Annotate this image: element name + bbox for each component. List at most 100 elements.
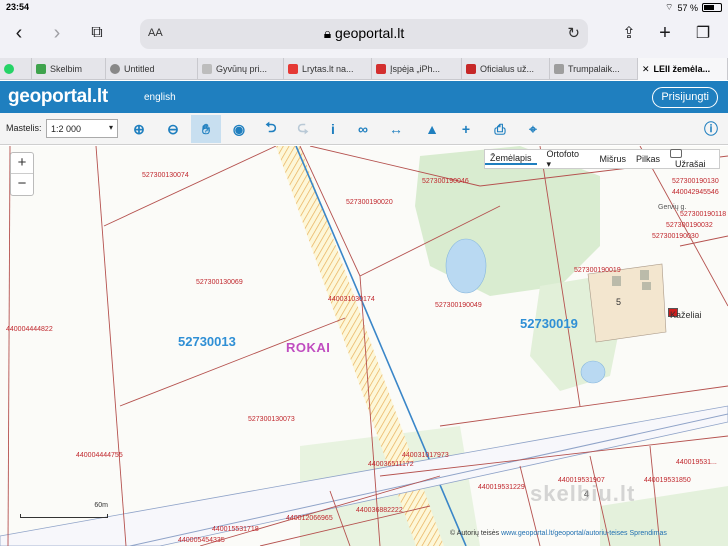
parcel-label: 527300190030 [652,233,699,240]
scale-bar: 60m [20,502,108,518]
parcel-label: 440004444822 [6,326,53,333]
tab-label: Trumpalaik... [568,64,620,74]
copyright-link[interactable]: www.geoportal.lt/geoportal/autoriu-teise… [501,530,627,537]
language-link[interactable]: english [144,92,176,103]
building [642,282,651,290]
previous-extent-icon[interactable]: ⮌ [256,115,286,143]
parcel-label: 440015531718 [212,526,259,533]
zoom-in-icon[interactable]: ⊕ [124,115,154,143]
labels-checkbox-label: Užrašai [675,159,706,169]
battery-icon [702,3,722,12]
layer-misrus[interactable]: Mišrus [595,154,632,164]
tab-favicon [110,64,120,74]
layer-ortofoto[interactable]: Ortofoto ▾ [537,149,595,170]
address-bar[interactable]: AA 🔒︎ geoportal.lt ↻ [140,19,588,49]
tab-label: Gyvūnų pri... [216,64,268,74]
pan-hand-icon[interactable]: ✋︎ [191,115,221,143]
map-toolbar: Mastelis: 1:2 000 ▾ ⊕ ⊖ ✋︎ ◉ ⮌ ⮎ i ∞ ↔ ▲… [0,113,728,145]
new-tab-icon[interactable]: + [652,20,678,46]
zoom-plus-button[interactable]: + [11,153,33,174]
layer-zemelapis[interactable]: Žemėlapis [485,153,537,165]
reload-icon[interactable]: ↻ [567,24,580,42]
profile-icon[interactable]: ▲ [417,115,447,143]
url-value: geoportal.lt [335,25,405,41]
watermark: skelbiu.lt [530,481,636,506]
back-icon[interactable]: ‹ [6,20,32,46]
tab-2[interactable]: Gyvūnų pri... [198,58,284,80]
building [612,276,621,286]
parcel-label: 440004444755 [76,452,123,459]
info-icon[interactable]: i [318,115,348,143]
parcel-label: 527300190020 [346,199,393,206]
globe-icon[interactable]: ◉ [224,115,254,143]
tab-active[interactable]: ✕ LEII žemėla... [638,58,728,80]
zoom-minus-button[interactable]: − [11,174,33,195]
battery-percent: 57 % [677,2,698,13]
pond [580,360,606,384]
village-label: Kaželiai [670,310,702,320]
parcel-label: 527300130069 [196,279,243,286]
share-icon[interactable]: ⇪ [616,20,642,46]
next-extent-icon[interactable]: ⮎ [288,115,318,143]
wifi-icon: ⌔ [665,2,674,12]
homestead-area [587,263,667,343]
parcel-label: 527300130073 [248,416,295,423]
geoportal-logo[interactable]: geoportal.lt [8,86,108,108]
copyright-prefix: © Autorių teisės [450,530,500,537]
link-icon[interactable]: ∞ [348,115,378,143]
layer-pilkas[interactable]: Pilkas [631,154,665,164]
tab-4[interactable]: Įspėja „iPh... [372,58,462,80]
status-right: ⌔ 57 % [665,2,722,13]
plot-number: 5 [616,297,622,307]
tab-1[interactable]: Untitled [106,58,198,80]
parcel-label: 440031030174 [328,296,375,303]
add-icon[interactable]: + [451,115,481,143]
screen: 23:54 ⌔ 57 % ‹ › ⧉ AA 🔒︎ geoportal.lt ↻ … [0,0,728,546]
forward-icon[interactable]: › [44,20,70,46]
zoom-control: + − [10,152,34,196]
login-button[interactable]: Prisijungti [652,87,718,108]
tab-6[interactable]: Trumpalaik... [550,58,638,80]
tab-favicon [466,64,476,74]
parcel-label: 440005454335 [178,537,225,544]
parcel-label: 440019531229 [478,484,525,491]
tabs-overview-icon[interactable]: ❐ [690,20,716,46]
parcel-label: 440036882222 [356,507,403,514]
parcel-label: 527300190049 [435,302,482,309]
parcel-label: 527300190118 [680,211,727,218]
map-canvas[interactable]: 527300130074 527300190020 527300190046 5… [0,146,728,546]
labels-checkbox[interactable]: Užrašai [665,149,719,169]
parcel-label: 527300190130 [672,178,719,185]
close-tab-icon[interactable]: ✕ [642,64,650,75]
scale-select[interactable]: 1:2 000 ▾ [46,119,118,138]
tab-0[interactable]: Skelbim [32,58,106,80]
tab-whatsapp[interactable] [0,58,32,80]
tab-5[interactable]: Oficialus už... [462,58,550,80]
zoom-out-icon[interactable]: ⊖ [158,115,188,143]
parcel-label: 440019531850 [644,477,691,484]
bookmarks-icon[interactable]: ⧉ [84,20,110,46]
tab-label: Untitled [124,64,155,74]
basemap-switcher: Žemėlapis Ortofoto ▾ Mišrus Pilkas Užraš… [484,149,720,169]
tab-label: Lrytas.lt na... [302,64,354,74]
help-icon[interactable]: ⓘ [696,115,726,143]
tab-3[interactable]: Lrytas.lt na... [284,58,372,80]
parcel-label: 440042945546 [672,189,719,196]
measure-icon[interactable]: ↔ [381,115,411,143]
whatsapp-icon [4,64,14,74]
copyright: © Autorių teisės www.geoportal.lt/geopor… [450,530,667,537]
parcel-label: 440031017973 [402,452,449,459]
parcel-label: 440012066965 [286,515,333,522]
chevron-down-icon: ▾ [108,123,113,132]
terms-link[interactable]: Sprendimas [630,530,667,537]
tab-label: Skelbim [50,64,83,74]
print-icon[interactable]: ⎙ [485,115,515,143]
clock: 23:54 [6,2,30,12]
scale-bar-label: 60m [94,502,108,509]
tab-favicon [376,64,386,74]
parcel-label: 440036511172 [368,461,414,468]
parcel-label: 527300190046 [422,178,469,185]
chevron-down-icon: ▾ [546,158,552,169]
tab-bar: Skelbim Untitled Gyvūnų pri... Lrytas.lt… [0,58,728,80]
locate-icon[interactable]: ⌖ [518,115,548,143]
